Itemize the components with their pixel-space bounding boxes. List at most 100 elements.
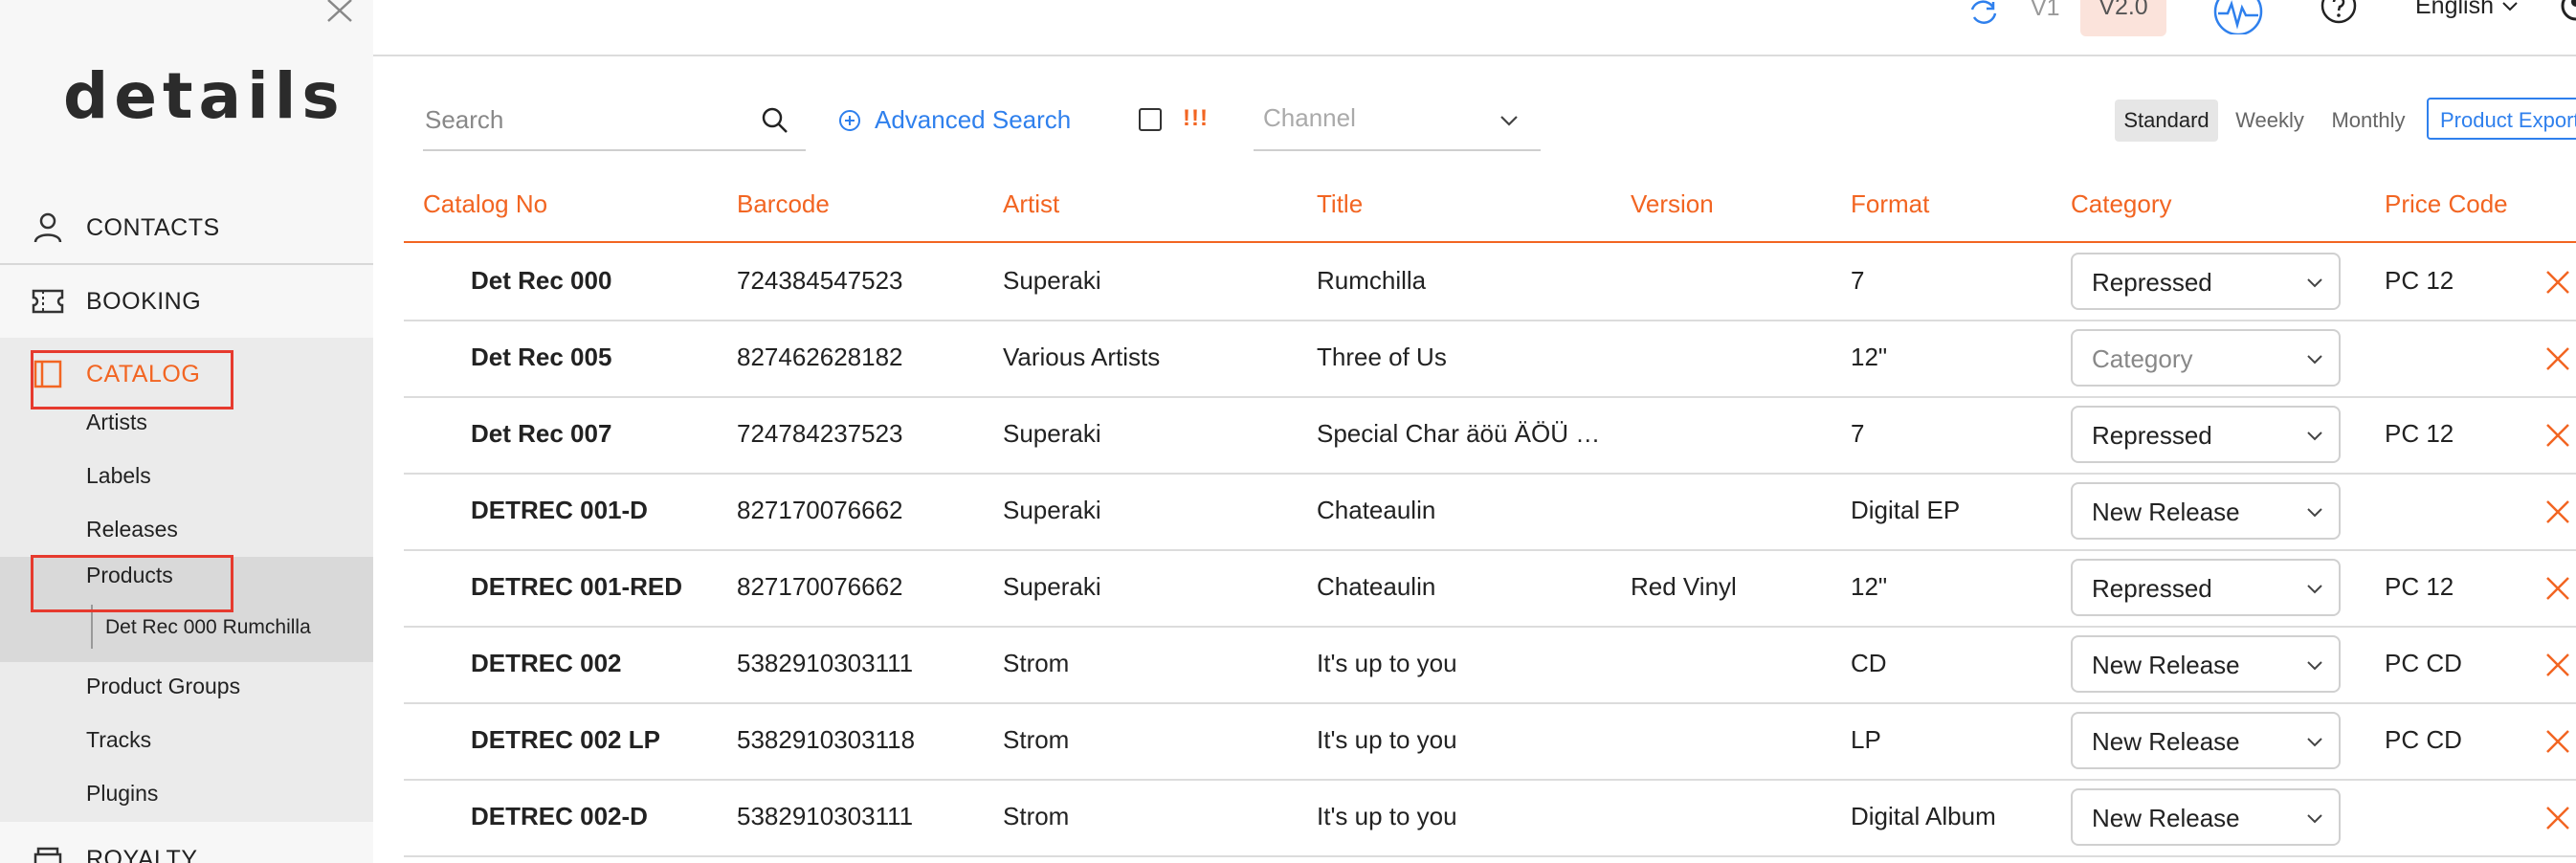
waveform-icon[interactable] (2210, 0, 2266, 34)
format-cell: 12" (1851, 343, 1888, 371)
chevron-down-icon (2307, 508, 2322, 518)
col-title[interactable]: Title (1317, 189, 1363, 219)
catalog-no-cell: DETREC 002 (471, 649, 622, 677)
sidebar-item-product-groups[interactable]: Product Groups (86, 674, 240, 699)
chevron-down-icon (2307, 278, 2322, 288)
version-cell: Red Vinyl (1631, 572, 1737, 601)
price-code-cell: PC CD (2385, 725, 2462, 754)
barcode-cell: 724784237523 (737, 419, 903, 448)
col-category[interactable]: Category (2071, 189, 2172, 219)
table-row[interactable]: DETREC 002 LP 5382910303118 Strom It's up t… (404, 702, 2576, 781)
category-select[interactable]: Category (2071, 329, 2341, 387)
language-select[interactable]: English (2415, 0, 2494, 20)
chevron-down-icon (2307, 585, 2322, 594)
search-input[interactable] (423, 100, 752, 140)
category-value: Repressed (2092, 268, 2212, 297)
user-avatar-icon[interactable] (2557, 0, 2576, 27)
plus-circle-icon (839, 109, 860, 131)
help-icon[interactable] (2320, 0, 2358, 27)
sidebar-item-product-detail[interactable]: Det Rec 000 Rumchilla (105, 616, 311, 639)
table-row[interactable]: Det Rec 000 724384547523 Superaki Rumchilla… (404, 243, 2576, 321)
sidebar-item-releases[interactable]: Releases (86, 517, 178, 542)
delete-icon[interactable] (2543, 804, 2572, 832)
col-catalog-no[interactable]: Catalog No (423, 189, 547, 219)
segment-standard[interactable]: Standard (2115, 100, 2218, 142)
category-value: New Release (2092, 727, 2240, 756)
nav-booking-label: BOOKING (86, 287, 202, 315)
table-row[interactable]: DETREC 001-D 827170076662 Superaki Chateaul… (404, 473, 2576, 551)
logo: details (63, 59, 345, 133)
catalog-no-cell: DETREC 001-D (471, 496, 648, 524)
col-price-code[interactable]: Price Code (2385, 189, 2508, 219)
table-row[interactable]: DETREC 001-RED 827170076662 Superaki Chatea… (404, 549, 2576, 628)
price-code-cell: PC 12 (2385, 266, 2454, 295)
highlight-box-products (31, 555, 233, 612)
title-cell: It's up to you (1317, 725, 1457, 754)
delete-icon[interactable] (2543, 574, 2572, 603)
category-select[interactable]: New Release (2071, 635, 2341, 693)
person-icon (31, 210, 65, 245)
col-artist[interactable]: Artist (1003, 189, 1059, 219)
flag-filter-label: !!! (1183, 105, 1209, 131)
royalty-icon (31, 842, 65, 863)
category-value: Repressed (2092, 574, 2212, 603)
format-cell: Digital Album (1851, 802, 1996, 830)
sidebar-item-tracks[interactable]: Tracks (86, 727, 151, 753)
format-cell: Digital EP (1851, 496, 1961, 524)
sidebar-item-labels[interactable]: Labels (86, 463, 151, 489)
delete-icon[interactable] (2543, 268, 2572, 297)
table-row[interactable]: Det Rec 005 827462628182 Various Artists Th… (404, 320, 2576, 398)
category-value: Category (2092, 344, 2193, 373)
delete-icon[interactable] (2543, 344, 2572, 373)
version-v1-button[interactable]: V1 (2031, 0, 2060, 22)
category-select[interactable]: Repressed (2071, 253, 2341, 310)
delete-icon[interactable] (2543, 651, 2572, 679)
title-cell: Chateaulin (1317, 496, 1436, 524)
category-select[interactable]: Repressed (2071, 406, 2341, 463)
segment-monthly[interactable]: Monthly (2325, 100, 2411, 142)
price-code-cell: PC 12 (2385, 419, 2454, 448)
category-select[interactable]: New Release (2071, 712, 2341, 769)
delete-icon[interactable] (2543, 498, 2572, 526)
price-code-cell: PC CD (2385, 649, 2462, 677)
nav-royalty-label: ROYALTY (86, 845, 198, 863)
barcode-cell: 827170076662 (737, 572, 903, 601)
search-icon[interactable] (760, 105, 790, 136)
format-cell: LP (1851, 725, 1881, 754)
nav-contacts[interactable]: CONTACTS (0, 191, 373, 264)
flag-filter-checkbox[interactable] (1139, 108, 1162, 131)
close-icon[interactable] (323, 0, 356, 25)
table-header: Catalog No Barcode Artist Title Version … (404, 182, 2576, 243)
category-select[interactable]: New Release (2071, 788, 2341, 846)
version-v2-button[interactable]: V2.0 (2080, 0, 2166, 36)
advanced-search-label: Advanced Search (875, 105, 1072, 134)
barcode-cell: 724384547523 (737, 266, 903, 295)
nav-booking[interactable]: BOOKING (0, 265, 373, 338)
col-version[interactable]: Version (1631, 189, 1714, 219)
delete-icon[interactable] (2543, 421, 2572, 450)
table-row[interactable]: Det Rec 007 724784237523 Superaki Special C… (404, 396, 2576, 475)
nav-royalty[interactable]: ROYALTY (0, 823, 373, 863)
category-select[interactable]: New Release (2071, 482, 2341, 540)
refresh-icon[interactable] (1966, 0, 2001, 25)
table-row[interactable]: DETREC 002-D 5382910303111 Strom It's up to… (404, 779, 2576, 857)
barcode-cell: 5382910303111 (737, 649, 914, 677)
chevron-down-icon (2307, 814, 2322, 824)
table-row[interactable]: DETREC 002 5382910303111 Strom It's up to y… (404, 626, 2576, 704)
col-format[interactable]: Format (1851, 189, 1929, 219)
sidebar-item-artists[interactable]: Artists (86, 409, 147, 435)
sidebar-item-plugins[interactable]: Plugins (86, 781, 158, 807)
channel-select[interactable]: Channel (1254, 96, 1541, 151)
title-cell: Rumchilla (1317, 266, 1427, 295)
title-cell: Three of Us (1317, 343, 1447, 371)
segment-weekly[interactable]: Weekly (2232, 100, 2308, 142)
category-select[interactable]: Repressed (2071, 559, 2341, 616)
catalog-no-cell: Det Rec 007 (471, 419, 612, 448)
delete-icon[interactable] (2543, 727, 2572, 756)
col-barcode[interactable]: Barcode (737, 189, 830, 219)
advanced-search-link[interactable]: Advanced Search (838, 105, 1071, 135)
product-export-button[interactable]: Product Export (2427, 98, 2576, 140)
price-code-cell: PC 12 (2385, 572, 2454, 601)
artist-cell: Superaki (1003, 572, 1101, 601)
title-cell: It's up to you (1317, 802, 1457, 830)
